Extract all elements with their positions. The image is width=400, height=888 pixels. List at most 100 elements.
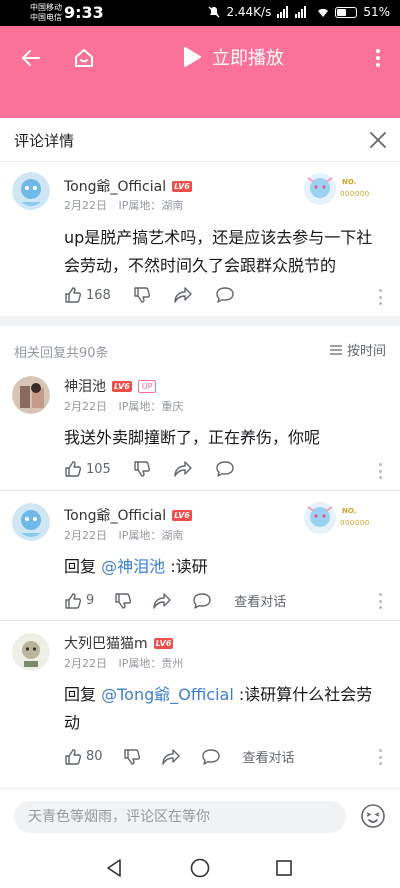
home-button[interactable] xyxy=(68,42,100,74)
comment-author: 大列巴猫猫m LV6 xyxy=(64,633,174,653)
comment-date: 2月22日 xyxy=(64,657,107,670)
share-icon xyxy=(174,461,192,477)
fan-badge-number: 000000 xyxy=(340,190,370,198)
nav-back-button[interactable] xyxy=(102,856,126,880)
avatar-image xyxy=(12,172,50,210)
play-icon xyxy=(184,47,201,67)
clock: 9:33 xyxy=(64,3,104,22)
comment-actions: 168 xyxy=(64,286,235,304)
play-now-label: 立即播放 xyxy=(212,48,284,69)
share-icon xyxy=(161,748,180,765)
status-bar: 中国移动 中国电信 9:33 2.44K/s 51% xyxy=(0,0,400,26)
like-count: 9 xyxy=(86,593,95,608)
mention-link[interactable]: @Tong爺_Official xyxy=(101,685,234,704)
reply-button[interactable] xyxy=(215,286,235,304)
comment-bubble-icon xyxy=(193,592,211,609)
circle-home-icon xyxy=(190,858,210,878)
back-button[interactable] xyxy=(15,42,47,74)
avatar[interactable] xyxy=(12,633,50,671)
dislike-button[interactable] xyxy=(114,592,132,610)
comment-text: 我送外卖脚撞断了，正在养伤，你呢 xyxy=(64,428,321,447)
thumb-up-icon xyxy=(65,461,82,477)
reply-item: Tong爺_Official LV6 2月22日 IP属地：湖南 NO. 000… xyxy=(0,491,400,619)
view-conversation-link[interactable]: 查看对话 xyxy=(234,591,286,610)
system-nav-bar xyxy=(0,848,400,888)
sort-by-time-button[interactable]: 按时间 xyxy=(329,340,386,359)
comment-date: 2月22日 xyxy=(64,199,107,212)
share-button[interactable] xyxy=(173,286,193,304)
comment-actions: 80 查看对话 xyxy=(64,747,295,766)
share-button[interactable] xyxy=(161,748,181,766)
signal-icon xyxy=(277,6,307,18)
play-now-button[interactable]: 立即播放 xyxy=(182,44,284,70)
reply-button[interactable] xyxy=(201,748,221,766)
like-button[interactable]: 168 xyxy=(64,286,111,304)
ip-location: IP属地：湖南 xyxy=(118,529,184,542)
comment-meta: 2月22日 IP属地：湖南 xyxy=(64,527,191,543)
avatar[interactable] xyxy=(12,172,50,210)
comment-meta: 2月22日 IP属地：重庆 xyxy=(64,398,191,414)
fan-badge-image xyxy=(304,502,336,534)
like-button[interactable]: 9 xyxy=(64,592,94,610)
comment-author: Tong爺_Official LV6 xyxy=(64,505,192,525)
comment-text: 回复 @神泪池 :读研 xyxy=(64,553,384,581)
username[interactable]: Tong爺_Official xyxy=(64,176,166,196)
battery-fill xyxy=(337,8,347,16)
comment-more-button[interactable] xyxy=(378,289,382,305)
share-button[interactable] xyxy=(152,592,172,610)
close-icon xyxy=(370,132,386,148)
avatar[interactable] xyxy=(12,503,50,541)
comment-text: 回复 @Tong爺_Official :读研算什么社会劳动 xyxy=(64,681,384,737)
username[interactable]: 大列巴猫猫m xyxy=(64,633,148,653)
comment-more-button[interactable] xyxy=(378,593,382,609)
fan-badge-no: NO. xyxy=(342,507,357,515)
mention-link[interactable]: @神泪池 xyxy=(101,557,165,576)
more-button[interactable] xyxy=(362,42,394,74)
reply-prefix: 回复 xyxy=(64,685,102,704)
like-button[interactable]: 80 xyxy=(64,748,103,766)
avatar[interactable] xyxy=(12,376,50,414)
nav-home-button[interactable] xyxy=(188,856,212,880)
comment-bubble-icon xyxy=(216,461,234,477)
fan-badge-number: 000000 xyxy=(340,519,370,527)
battery-icon xyxy=(335,6,358,18)
dislike-button[interactable] xyxy=(133,286,151,304)
sort-lines-icon xyxy=(329,344,342,355)
username[interactable]: Tong爺_Official xyxy=(64,505,166,525)
like-count: 105 xyxy=(86,461,111,477)
dislike-button[interactable] xyxy=(133,460,151,478)
share-icon xyxy=(153,592,171,609)
wifi-icon xyxy=(318,8,329,17)
reply-button[interactable] xyxy=(192,592,212,610)
carrier-1: 中国移动 xyxy=(30,3,62,12)
avatar-image xyxy=(12,633,50,671)
username[interactable]: 神泪池 xyxy=(64,376,106,396)
thumb-up-icon xyxy=(65,748,82,765)
like-count: 168 xyxy=(86,287,111,303)
dislike-button[interactable] xyxy=(123,748,141,766)
root-comment: Tong爺_Official LV6 2月22日 IP属地：湖南 NO. 000… xyxy=(0,162,400,316)
close-button[interactable] xyxy=(364,126,392,154)
level-badge: LV6 xyxy=(172,180,192,192)
fan-badge-decoration: NO. 000000 xyxy=(302,170,386,208)
comment-bubble-icon xyxy=(216,287,234,303)
comment-input[interactable]: 天青色等烟雨，评论区在等你 xyxy=(14,801,346,833)
reply-body: :读研 xyxy=(165,557,208,576)
nav-recents-button[interactable] xyxy=(272,856,296,880)
thumb-down-icon xyxy=(134,287,150,303)
ip-location: IP属地：湖南 xyxy=(118,199,184,212)
share-button[interactable] xyxy=(173,460,193,478)
like-button[interactable]: 105 xyxy=(64,460,111,478)
emoji-button[interactable] xyxy=(360,803,386,829)
comment-more-button[interactable] xyxy=(378,463,382,479)
home-icon xyxy=(75,49,93,67)
view-conversation-link[interactable]: 查看对话 xyxy=(243,747,295,766)
fan-badge-decoration: NO. 000000 xyxy=(302,499,386,537)
video-header: 立即播放 xyxy=(0,26,400,118)
reply-button[interactable] xyxy=(215,460,235,478)
thumb-up-icon xyxy=(65,592,82,609)
comment-actions: 105 xyxy=(64,460,235,478)
comment-more-button[interactable] xyxy=(378,749,382,765)
up-badge: UP xyxy=(137,379,157,393)
like-count: 80 xyxy=(86,749,103,764)
